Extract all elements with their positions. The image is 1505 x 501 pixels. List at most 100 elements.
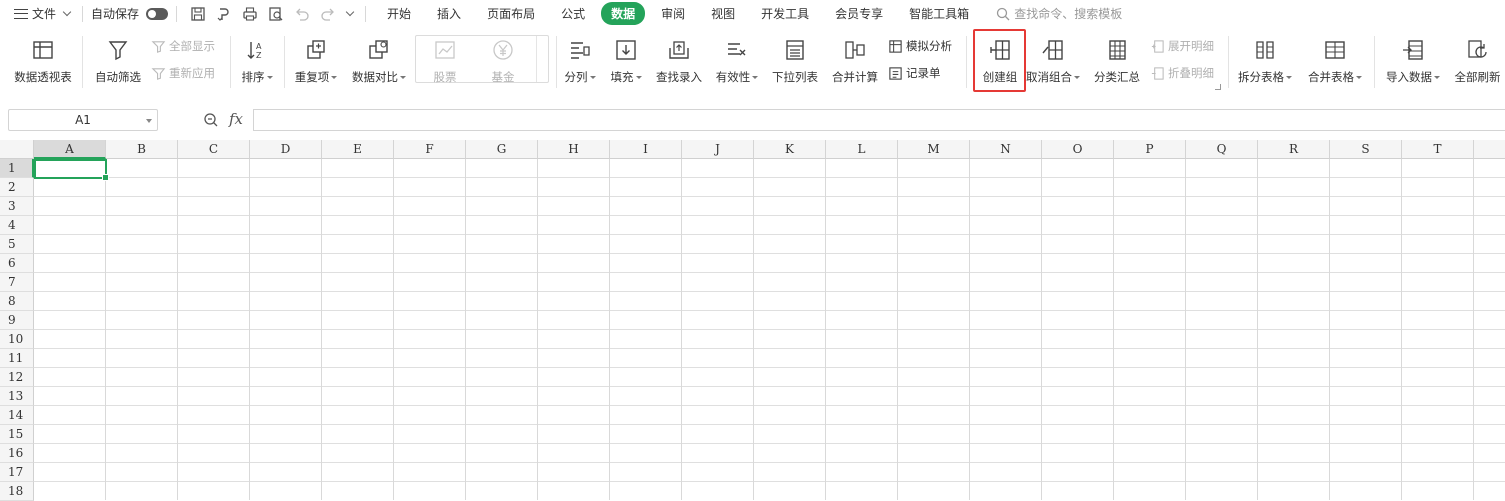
tab-view[interactable]: 视图	[701, 2, 745, 25]
column-header-a[interactable]: A	[34, 140, 106, 159]
subtotal-button[interactable]: 分类汇总	[1090, 28, 1144, 88]
svg-text:A: A	[256, 42, 262, 51]
name-box[interactable]: A1	[8, 109, 158, 131]
column-header-s[interactable]: S	[1330, 140, 1402, 159]
row-header-13[interactable]: 13	[0, 387, 34, 406]
row-header-2[interactable]: 2	[0, 178, 34, 197]
ungroup-button[interactable]: 取消组合	[1025, 28, 1081, 88]
tab-page-layout[interactable]: 页面布局	[477, 2, 545, 25]
row-header-16[interactable]: 16	[0, 444, 34, 463]
record-form-button[interactable]: 记录单	[888, 65, 941, 81]
export-icon[interactable]	[216, 6, 232, 22]
row-header-15[interactable]: 15	[0, 425, 34, 444]
import-data-button[interactable]: 导入数据	[1382, 28, 1444, 88]
print-icon[interactable]	[242, 6, 258, 22]
collapse-detail-button[interactable]: 折叠明细	[1150, 65, 1214, 81]
save-icon[interactable]	[190, 6, 206, 22]
command-search[interactable]: 查找命令、搜索模板	[996, 5, 1122, 22]
row-header-12[interactable]: 12	[0, 368, 34, 387]
quick-access-more-icon[interactable]	[345, 7, 355, 17]
autosave-toggle[interactable]: 自动保存	[91, 5, 169, 22]
refresh-all-button[interactable]: 全部刷新	[1450, 28, 1505, 88]
column-header-n[interactable]: N	[970, 140, 1042, 159]
row-header-6[interactable]: 6	[0, 254, 34, 273]
row-header-14[interactable]: 14	[0, 406, 34, 425]
validity-button[interactable]: 有效性	[712, 28, 762, 88]
column-header-h[interactable]: H	[538, 140, 610, 159]
tab-formulas[interactable]: 公式	[551, 2, 595, 25]
sort-button[interactable]: AZ 排序	[236, 28, 278, 88]
row-header-8[interactable]: 8	[0, 292, 34, 311]
group-launcher-icon[interactable]	[1215, 84, 1221, 90]
spreadsheet-grid[interactable]: A B C D E F G H I J K L M N O P Q R S T 1 2 3 4 5 6 7 8 9 10 11 12 13 14 1…	[0, 140, 1505, 501]
name-box-dropdown-icon[interactable]	[146, 119, 152, 123]
show-all-button[interactable]: 全部显示	[151, 38, 215, 54]
row-header-4[interactable]: 4	[0, 216, 34, 235]
undo-icon[interactable]	[294, 6, 310, 22]
row-header-9[interactable]: 9	[0, 311, 34, 330]
filter-icon	[103, 34, 133, 66]
tab-member[interactable]: 会员专享	[825, 2, 893, 25]
column-header-e[interactable]: E	[322, 140, 394, 159]
column-header-j[interactable]: J	[682, 140, 754, 159]
row-header-11[interactable]: 11	[0, 349, 34, 368]
row-header-1[interactable]: 1	[0, 159, 34, 178]
column-header-r[interactable]: R	[1258, 140, 1330, 159]
column-header-f[interactable]: F	[394, 140, 466, 159]
formula-input[interactable]	[253, 109, 1505, 131]
column-header-t[interactable]: T	[1402, 140, 1474, 159]
fill-button[interactable]: 填充	[606, 28, 646, 88]
tab-data[interactable]: 数据	[601, 2, 646, 25]
column-header-b[interactable]: B	[106, 140, 178, 159]
column-header-g[interactable]: G	[466, 140, 538, 159]
subtotal-icon	[1102, 34, 1132, 66]
row-header-3[interactable]: 3	[0, 197, 34, 216]
column-header-d[interactable]: D	[250, 140, 322, 159]
column-header-k[interactable]: K	[754, 140, 826, 159]
magnifier-icon[interactable]	[203, 112, 219, 128]
stock-button[interactable]: 股票	[420, 28, 470, 88]
merge-table-button[interactable]: 合并表格	[1304, 28, 1366, 88]
duplicates-button[interactable]: 重复项	[290, 28, 342, 88]
expand-detail-button[interactable]: 展开明细	[1150, 38, 1214, 54]
dropdown-list-button[interactable]: 下拉列表	[768, 28, 822, 88]
cell-area[interactable]	[34, 159, 1505, 500]
fund-button[interactable]: 基金	[478, 28, 528, 88]
gallery-scrollbar[interactable]	[536, 36, 548, 82]
consolidate-button[interactable]: 合并计算	[828, 28, 882, 88]
pivot-table-button[interactable]: 数据透视表	[10, 28, 76, 88]
divider	[284, 36, 285, 88]
row-header-17[interactable]: 17	[0, 463, 34, 482]
row-header-7[interactable]: 7	[0, 273, 34, 292]
column-header-l[interactable]: L	[826, 140, 898, 159]
tab-review[interactable]: 审阅	[651, 2, 695, 25]
column-header-o[interactable]: O	[1042, 140, 1114, 159]
file-menu[interactable]: 文件	[14, 5, 74, 22]
insert-function-icon[interactable]: fx	[229, 110, 243, 128]
split-table-button[interactable]: 拆分表格	[1234, 28, 1296, 88]
column-header-p[interactable]: P	[1114, 140, 1186, 159]
print-preview-icon[interactable]	[268, 6, 284, 22]
redo-icon[interactable]	[320, 6, 336, 22]
row-header-10[interactable]: 10	[0, 330, 34, 349]
column-header-q[interactable]: Q	[1186, 140, 1258, 159]
autofilter-button[interactable]: 自动筛选	[90, 28, 146, 88]
tab-smart-toolbox[interactable]: 智能工具箱	[899, 2, 979, 25]
row-header-5[interactable]: 5	[0, 235, 34, 254]
tab-insert[interactable]: 插入	[427, 2, 471, 25]
column-header-overflow[interactable]	[1474, 140, 1505, 159]
select-all-corner[interactable]	[0, 140, 34, 159]
tab-developer[interactable]: 开发工具	[751, 2, 819, 25]
split-column-button[interactable]: 分列	[561, 28, 599, 88]
row-header-18[interactable]: 18	[0, 482, 34, 501]
column-header-m[interactable]: M	[898, 140, 970, 159]
lookup-entry-button[interactable]: 查找录入	[652, 28, 706, 88]
data-compare-button[interactable]: 数据对比	[348, 28, 410, 88]
column-header-c[interactable]: C	[178, 140, 250, 159]
active-cell-a1[interactable]	[34, 159, 109, 181]
tab-home[interactable]: 开始	[377, 2, 421, 25]
column-header-i[interactable]: I	[610, 140, 682, 159]
reapply-button[interactable]: 重新应用	[151, 65, 215, 81]
toggle-switch[interactable]	[146, 7, 169, 20]
what-if-analysis-button[interactable]: 模拟分析	[888, 38, 952, 54]
